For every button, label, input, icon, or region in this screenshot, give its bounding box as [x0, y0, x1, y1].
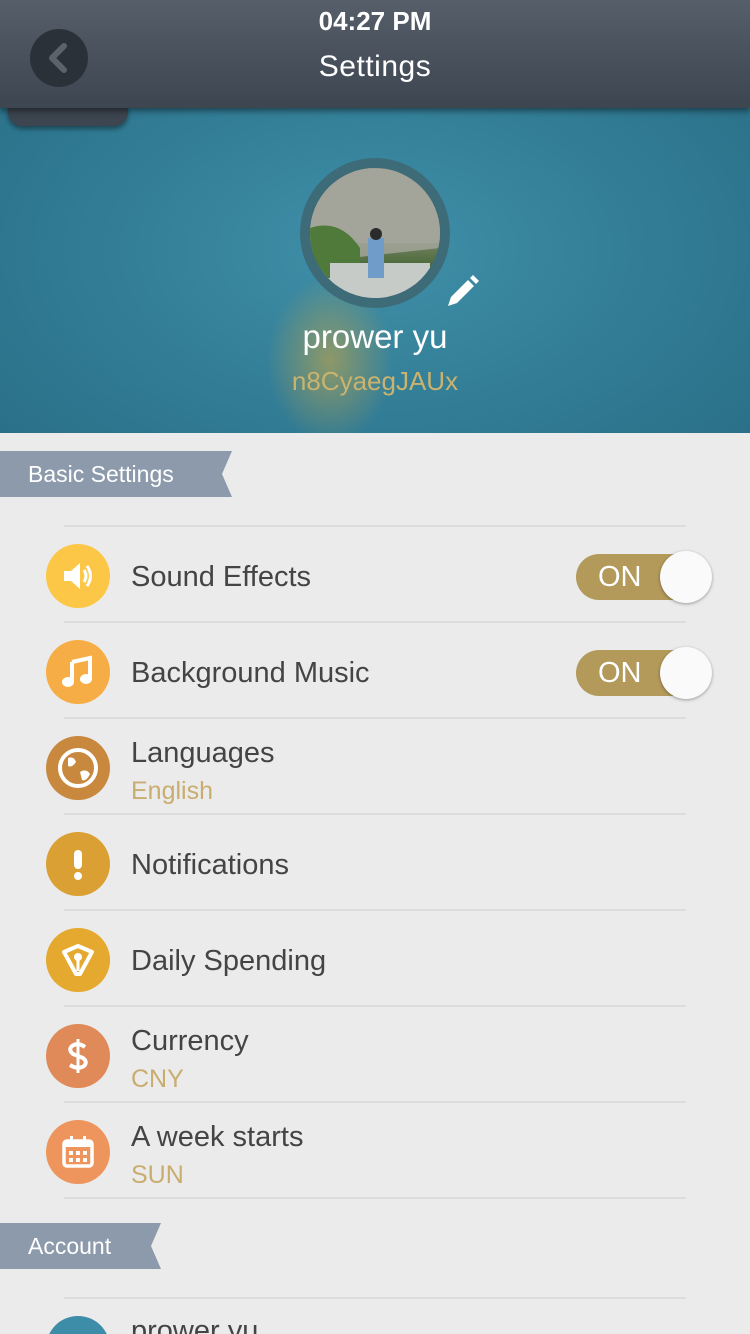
setting-background-music[interactable]: Background Music ON [0, 623, 750, 719]
page-title: Settings [318, 50, 432, 83]
background-music-toggle[interactable]: ON [576, 647, 712, 699]
setting-label: Notifications [131, 849, 289, 881]
sound-effects-toggle[interactable]: ON [576, 551, 712, 603]
setting-label: A week starts [131, 1121, 304, 1153]
toggle-state: ON [598, 561, 642, 593]
user-icon [46, 1316, 110, 1334]
section-basic-settings: Basic Settings [0, 451, 232, 497]
account-user-row[interactable]: prower yu [0, 1299, 750, 1334]
account-name: prower yu [131, 1315, 259, 1334]
profile-id: n8CyaegJAUx [291, 366, 459, 396]
setting-currency[interactable]: Currency CNY [0, 1007, 750, 1103]
dollar-icon [46, 1024, 110, 1088]
exclamation-icon [46, 832, 110, 896]
pen-nib-icon [46, 928, 110, 992]
setting-value: English [131, 777, 213, 805]
globe-icon [46, 736, 110, 800]
top-bar: 04:27 PM Settings [0, 0, 750, 108]
setting-label: Background Music [131, 657, 370, 689]
edit-pencil-icon[interactable] [442, 272, 482, 317]
avatar[interactable] [300, 158, 450, 308]
music-note-icon [46, 640, 110, 704]
setting-label: Daily Spending [131, 945, 327, 977]
toggle-knob [660, 647, 712, 699]
setting-value: CNY [131, 1065, 184, 1093]
section-account: Account [0, 1223, 161, 1269]
toggle-state: ON [598, 657, 642, 689]
setting-sound-effects[interactable]: Sound Effects ON [0, 527, 750, 623]
profile-name: prower yu [302, 318, 448, 355]
divider [64, 1197, 686, 1199]
status-time: 04:27 PM [318, 6, 432, 36]
setting-notifications[interactable]: Notifications [0, 815, 750, 911]
speaker-icon [46, 544, 110, 608]
setting-languages[interactable]: Languages English [0, 719, 750, 815]
setting-label: Sound Effects [131, 561, 312, 593]
toggle-knob [660, 551, 712, 603]
setting-label: Languages [131, 737, 275, 769]
setting-value: SUN [131, 1161, 184, 1189]
setting-week-start[interactable]: A week starts SUN [0, 1103, 750, 1199]
avatar-photo [310, 168, 440, 298]
calendar-icon [46, 1120, 110, 1184]
setting-label: Currency [131, 1025, 249, 1057]
setting-daily-spending[interactable]: Daily Spending [0, 911, 750, 1007]
